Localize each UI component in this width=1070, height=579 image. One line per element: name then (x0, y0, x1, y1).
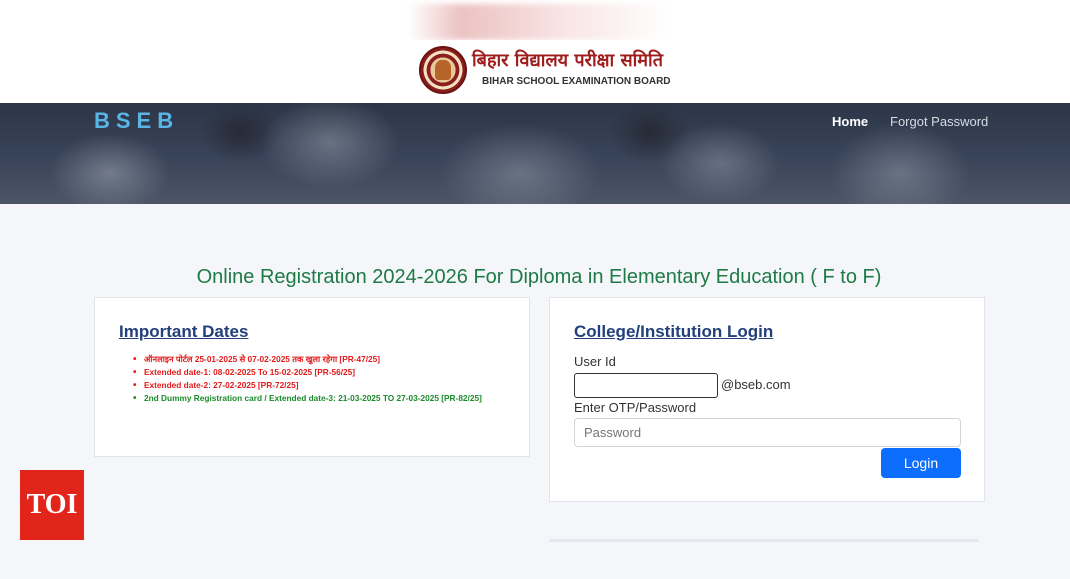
password-input[interactable] (574, 418, 961, 447)
user-id-input[interactable] (574, 373, 718, 398)
page-title: Online Registration 2024-2026 For Diplom… (196, 266, 882, 288)
top-banner-strip (0, 0, 1070, 40)
org-name-hindi: बिहार विद्यालय परीक्षा समिति (472, 50, 663, 71)
card-shadow-divider (549, 539, 979, 542)
login-button[interactable]: Login (881, 448, 961, 478)
nav-forgot-password-link[interactable]: Forgot Password (890, 114, 988, 129)
login-heading: College/Institution Login (574, 322, 774, 341)
org-name-english: BIHAR SCHOOL EXAMINATION BOARD (482, 76, 671, 87)
nav-home-link[interactable]: Home (832, 114, 868, 129)
date-item: 2nd Dummy Registration card / Extended d… (133, 392, 514, 405)
important-dates-list: ऑनलाइन पोर्टल 25-01-2025 से 07-02-2025 त… (133, 353, 514, 405)
login-card: College/Institution Login User Id @bseb.… (549, 297, 985, 502)
email-domain-suffix: @bseb.com (721, 377, 791, 392)
emblem-figure (435, 60, 451, 80)
toi-watermark-logo: TOI (20, 470, 84, 540)
important-dates-heading: Important Dates (119, 322, 249, 341)
site-header: बिहार विद्यालय परीक्षा समिति BIHAR SCHOO… (0, 40, 1070, 103)
brand-logo-text[interactable]: BSEB (94, 108, 179, 134)
user-id-label: User Id (574, 354, 616, 369)
date-item: Extended date-1: 08-02-2025 To 15-02-202… (133, 366, 514, 379)
important-dates-card: Important Dates ऑनलाइन पोर्टल 25-01-2025… (94, 297, 530, 457)
hero-navbar: BSEB Home Forgot Password (0, 103, 1070, 204)
bseb-emblem-icon (419, 46, 467, 94)
date-item: Extended date-2: 27-02-2025 [PR-72/25] (133, 379, 514, 392)
blurred-banner-image (408, 4, 670, 40)
otp-password-label: Enter OTP/Password (574, 400, 697, 415)
date-item: ऑनलाइन पोर्टल 25-01-2025 से 07-02-2025 त… (133, 353, 514, 366)
